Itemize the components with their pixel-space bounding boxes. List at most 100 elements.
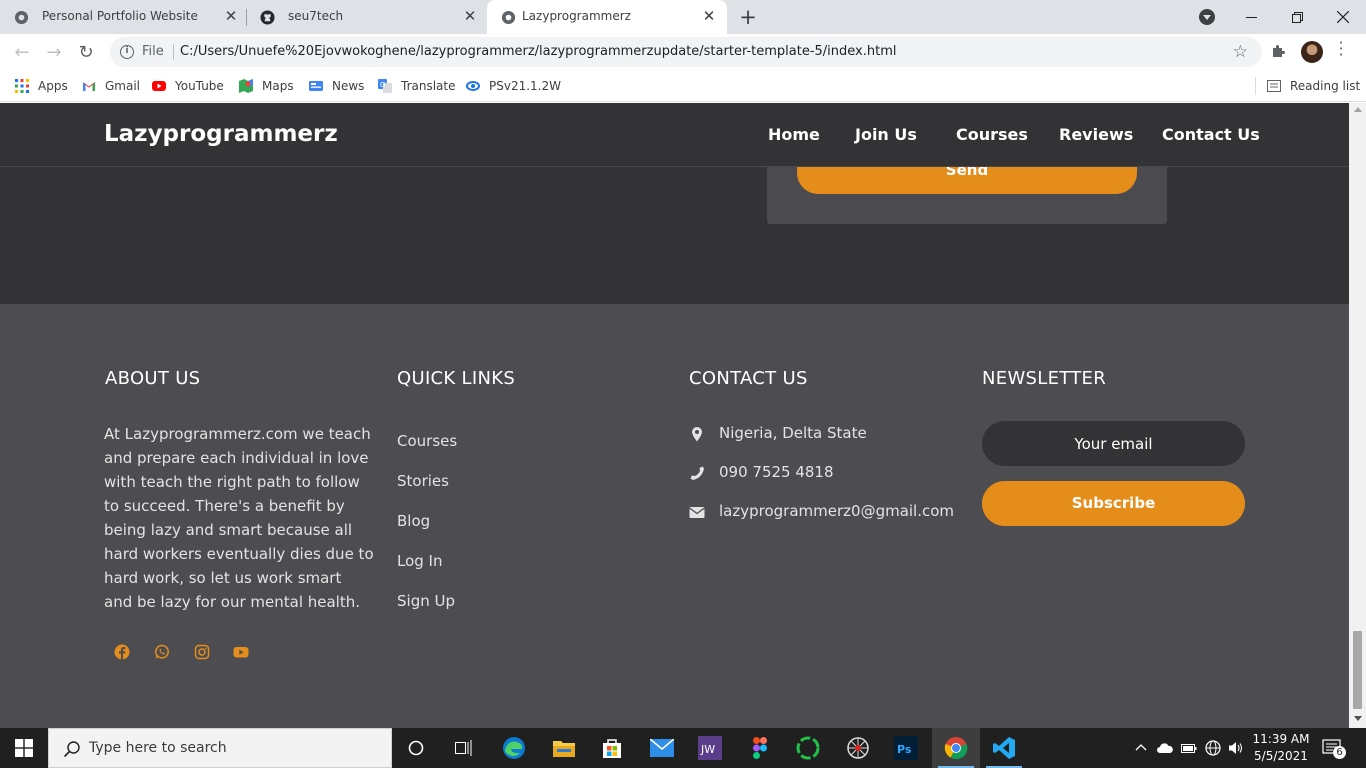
browser-toolbar: ← → ↻ i File C:/Users/Unuefe%20Ejovwokog… [0,34,1366,71]
start-button[interactable] [0,728,48,768]
minimize-button[interactable] [1228,0,1274,34]
scroll-down-arrow-icon[interactable] [1354,716,1362,721]
bookmark-maps[interactable]: Maps [239,77,294,95]
battery-icon[interactable] [1181,742,1197,754]
taskbar-spinner-app[interactable] [784,728,832,768]
bookmark-psv[interactable]: PSv21.1.2W [466,77,561,95]
phone-icon [690,466,704,480]
tab-personal-portfolio[interactable]: Personal Portfolio Website ✕ [0,0,246,34]
svg-text:JW: JW [700,743,715,756]
subscribe-button[interactable]: Subscribe [982,481,1245,526]
taskbar-store[interactable] [588,728,636,768]
quick-link-log-in[interactable]: Log In [397,552,443,570]
scrollbar-thumb[interactable] [1353,631,1362,709]
nav-join-us[interactable]: Join Us [855,125,917,144]
scroll-up-arrow-icon[interactable] [1354,107,1362,112]
close-window-button[interactable] [1320,0,1366,34]
tab-title: Lazyprogrammerz [522,9,631,23]
reading-list-button[interactable]: Reading list [1267,77,1360,95]
nav-courses[interactable]: Courses [956,125,1028,144]
tab-title: seu7tech [288,9,344,23]
youtube-icon[interactable] [233,644,249,660]
bookmark-apps[interactable]: Apps [15,77,68,95]
taskbar-edge[interactable] [490,728,538,768]
close-tab-icon[interactable]: ✕ [223,8,239,24]
bookmark-gmail[interactable]: Gmail [82,77,140,95]
taskbar-mail[interactable] [638,728,686,768]
search-icon [63,741,80,758]
site-navbar: Lazyprogrammerz Home Join Us Courses Rev… [0,103,1349,167]
email-text[interactable]: lazyprogrammerz0@gmail.com [719,502,954,520]
close-tab-icon[interactable]: ✕ [701,8,717,24]
onedrive-cloud-icon[interactable] [1157,742,1173,754]
taskbar-search-placeholder: Type here to search [89,740,227,756]
taskbar-chrome[interactable] [932,728,980,768]
taskbar-clock[interactable]: 11:39 AM 5/5/2021 [1248,731,1314,765]
quick-link-courses[interactable]: Courses [397,432,457,450]
taskbar-vscode[interactable] [980,728,1028,768]
globe-icon [14,10,29,25]
newsletter-email-input[interactable] [982,421,1245,466]
facebook-icon[interactable] [114,644,130,660]
taskbar-jw-library[interactable]: JW [686,728,734,768]
bookmark-news[interactable]: News [309,77,364,95]
figma-icon [753,737,767,759]
address-bar[interactable]: i File C:/Users/Unuefe%20Ejovwokoghene/l… [110,37,1262,67]
mail-icon [650,739,674,757]
notification-count-badge: 6 [1333,746,1346,759]
bookmark-star-icon[interactable]: ☆ [1233,42,1248,62]
close-tab-icon[interactable]: ✕ [462,8,478,24]
whatsapp-icon[interactable] [154,644,170,660]
bookmark-label: Translate [401,79,456,93]
contact-heading: CONTACT US [689,368,808,389]
nav-home[interactable]: Home [768,125,820,144]
vscode-icon [993,737,1015,759]
site-brand-logo[interactable]: Lazyprogrammerz [104,121,338,147]
url-text[interactable]: C:/Users/Unuefe%20Ejovwokoghene/lazyprog… [180,44,896,59]
page-scrollbar[interactable] [1349,103,1366,728]
gmail-icon [83,82,95,91]
reload-icon[interactable]: ↻ [74,41,98,65]
photoshop-icon: Ps [894,736,918,760]
bookmark-label: Maps [262,79,294,93]
minimize-icon [1245,16,1257,18]
tab-search-icon[interactable] [1199,9,1215,25]
info-icon[interactable]: i [120,45,134,59]
instagram-icon[interactable] [194,644,210,660]
nav-reviews[interactable]: Reviews [1059,125,1133,144]
newsletter-heading: NEWSLETTER [982,368,1107,389]
new-tab-button[interactable]: + [738,7,758,28]
volume-icon[interactable] [1228,740,1244,756]
spider-app-icon [847,737,869,759]
taskbar-spider-app[interactable] [834,728,882,768]
notification-center-button[interactable]: 6 [1322,738,1346,759]
nav-contact-us[interactable]: Contact Us [1162,125,1260,144]
photoshop-express-icon [466,81,480,91]
bookmark-youtube[interactable]: YouTube [152,77,224,95]
quick-link-sign-up[interactable]: Sign Up [397,592,455,610]
tab-seu7tech[interactable]: seu7tech ✕ [246,0,486,34]
back-arrow-icon[interactable]: ← [10,41,34,65]
github-icon [260,10,275,25]
taskbar-file-explorer[interactable] [540,728,588,768]
forward-arrow-icon[interactable]: → [42,41,66,65]
quick-link-stories[interactable]: Stories [397,472,449,490]
chevron-up-icon[interactable] [1135,742,1147,754]
restore-button[interactable] [1274,0,1320,34]
chrome-menu-icon[interactable]: · · · [1337,35,1345,63]
windows-logo-icon [15,739,33,757]
taskbar-search-box[interactable]: Type here to search [48,728,392,768]
cortana-button[interactable] [392,728,440,768]
jw-library-icon: JW [698,736,722,760]
network-globe-icon[interactable] [1205,740,1221,756]
profile-avatar[interactable] [1301,41,1323,63]
quick-link-blog[interactable]: Blog [397,512,430,530]
url-divider [173,44,174,60]
task-view-button[interactable] [440,728,488,768]
taskbar-photoshop[interactable]: Ps [882,728,930,768]
extensions-puzzle-icon[interactable] [1270,43,1286,59]
taskbar-figma[interactable] [736,728,784,768]
bookmark-translate[interactable]: G Translate [378,77,456,95]
tab-lazyprogrammerz[interactable]: Lazyprogrammerz ✕ [487,0,727,34]
globe-icon [501,10,516,25]
